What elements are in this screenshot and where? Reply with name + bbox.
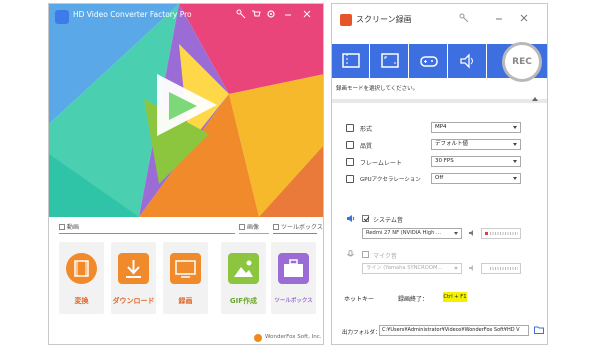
gpu-icon <box>346 175 354 183</box>
hotkey-label: ホットキー <box>344 296 375 303</box>
record-tool-label: 録画 <box>178 297 193 305</box>
section-divider-toolbox <box>273 233 317 234</box>
mic-audio-label: マイク音 <box>373 253 397 260</box>
app-logo-icon <box>55 10 69 24</box>
key-icon[interactable] <box>234 8 248 22</box>
toolbox-tool-label: ツールボックス <box>274 298 313 304</box>
gif-tool-button[interactable]: GIF作成 <box>221 242 266 314</box>
microphone-icon <box>347 250 354 257</box>
toolbox-section-icon <box>273 224 279 230</box>
quality-select[interactable]: デフォルト値 <box>431 139 521 150</box>
converter-window: HD Video Converter Factory Pro 動画 画像 ツール… <box>48 3 324 345</box>
toolbox-icon <box>278 253 309 284</box>
geometric-background <box>49 4 323 217</box>
chevron-down-icon <box>513 143 517 146</box>
system-volume-meter[interactable] <box>481 228 521 239</box>
footer-company: WonderFox Soft, Inc. <box>265 334 322 340</box>
hint-divider <box>332 99 547 103</box>
volume-icon <box>469 265 473 271</box>
gif-tool-label: GIF作成 <box>229 297 258 305</box>
volume-ticks <box>490 232 518 235</box>
section-toolbox: ツールボックス <box>273 222 323 231</box>
chevron-down-icon <box>513 177 517 180</box>
gpu-select[interactable]: Off <box>431 173 521 184</box>
gpu-label: GPUアクセラレーション <box>360 177 421 183</box>
section-image: 画像 <box>239 222 259 231</box>
volume-indicator <box>485 232 488 235</box>
volume-icon <box>469 230 473 236</box>
system-audio-device-select[interactable]: Redmi 27 NF (NVIDIA High ... <box>362 228 462 239</box>
recorder-logo-icon <box>340 14 352 26</box>
framerate-select[interactable]: 30 FPS <box>431 156 521 167</box>
format-icon <box>346 124 354 132</box>
game-mode-button[interactable] <box>410 44 448 78</box>
window-title: スクリーン録画 <box>356 15 412 24</box>
screen-record-icon <box>170 253 201 284</box>
wonderfox-logo-icon <box>254 334 262 342</box>
framerate-label: フレームレート <box>360 160 402 167</box>
chevron-down-icon <box>454 232 458 235</box>
minimize-button[interactable] <box>281 8 295 22</box>
chevron-down-icon <box>454 267 458 270</box>
collapse-caret-icon[interactable] <box>532 97 538 101</box>
download-icon <box>118 253 149 284</box>
quality-label: 品質 <box>360 143 373 150</box>
fullscreen-mode-button[interactable] <box>371 44 409 78</box>
section-divider-video <box>59 233 235 234</box>
speaker-icon <box>460 53 473 69</box>
settings-icon[interactable] <box>264 8 278 22</box>
mode-hint-text: 録画モードを選択してください。 <box>336 86 419 92</box>
section-video: 動画 <box>59 222 79 231</box>
image-section-icon <box>239 224 245 230</box>
window-title: HD Video Converter Factory Pro <box>73 10 192 19</box>
convert-tool-label: 変換 <box>74 297 89 305</box>
fullscreen-icon <box>381 53 399 68</box>
hotkey-stop-value[interactable]: Ctrl + F1 <box>443 292 467 302</box>
folder-icon[interactable] <box>534 326 544 334</box>
hotkey-stop-label: 録画終了： <box>398 296 429 303</box>
chevron-down-icon <box>513 126 517 129</box>
film-icon <box>66 253 97 284</box>
output-folder-label: 出力フォルダ： <box>342 330 381 336</box>
system-audio-label: システム音 <box>373 217 403 224</box>
title-bar: スクリーン録画 <box>332 4 547 44</box>
download-tool-button[interactable]: ダウンロード <box>111 242 156 314</box>
mic-audio-checkbox[interactable] <box>362 251 369 258</box>
recorder-window: スクリーン録画 REC 録画モードを選択してください。 形式 MP4 品質 デフ… <box>331 3 548 345</box>
minimize-button[interactable] <box>492 12 506 26</box>
system-audio-checkbox[interactable] <box>362 215 369 222</box>
convert-tool-button[interactable]: 変換 <box>59 242 104 314</box>
audio-only-mode-button[interactable] <box>449 44 487 78</box>
gamepad-icon <box>420 56 438 67</box>
output-folder-path[interactable]: C:¥Users¥Administrator¥Videos¥WonderFox … <box>379 325 529 336</box>
custom-region-mode-button[interactable] <box>332 44 370 78</box>
framerate-icon <box>346 158 354 166</box>
chevron-down-icon <box>513 160 517 163</box>
mic-volume-meter[interactable] <box>481 263 521 274</box>
image-icon <box>228 253 259 284</box>
close-button[interactable] <box>300 8 314 22</box>
record-tool-button[interactable]: 録画 <box>163 242 208 314</box>
close-button[interactable] <box>517 12 531 26</box>
video-section-icon <box>59 224 65 230</box>
rec-button[interactable]: REC <box>502 42 542 82</box>
mic-device-select[interactable]: ライン (Yamaha SYNCROOM... <box>362 263 462 274</box>
quality-icon <box>346 141 354 149</box>
speaker-icon <box>347 215 355 222</box>
cart-icon[interactable] <box>249 8 263 22</box>
region-icon <box>342 53 360 68</box>
toolbox-tool-button[interactable]: ツールボックス <box>271 242 316 314</box>
download-tool-label: ダウンロード <box>112 297 155 305</box>
key-icon[interactable] <box>457 12 471 26</box>
format-label: 形式 <box>360 126 373 133</box>
volume-ticks <box>490 267 518 270</box>
format-select[interactable]: MP4 <box>431 122 521 133</box>
section-divider-image <box>239 233 269 234</box>
